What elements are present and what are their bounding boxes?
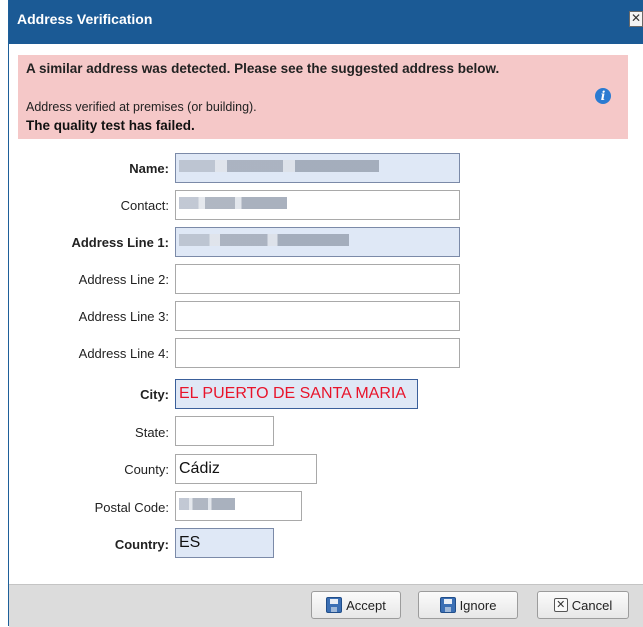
address-line-1-field[interactable]: [175, 227, 460, 257]
address-line-2-label: Address Line 2:: [78, 272, 169, 287]
name-label: Name:: [129, 161, 169, 176]
verification-alert: A similar address was detected. Please s…: [18, 55, 628, 139]
address-line-3-field[interactable]: [175, 301, 460, 331]
city-field[interactable]: EL PUERTO DE SANTA MARIA: [175, 379, 418, 409]
address-line-4-field[interactable]: [175, 338, 460, 368]
country-label: Country:: [114, 537, 169, 552]
redacted-contact: [179, 197, 287, 210]
save-disk-icon: [326, 597, 343, 613]
close-icon[interactable]: ✕: [629, 11, 643, 27]
state-field[interactable]: [175, 416, 274, 446]
alert-heading: A similar address was detected. Please s…: [26, 61, 500, 76]
address-line-1-label: Address Line 1:: [71, 235, 169, 250]
name-field[interactable]: [175, 153, 460, 183]
address-line-2-field[interactable]: [175, 264, 460, 294]
cancel-x-icon: ✕: [553, 598, 568, 612]
redacted-postal-code: [179, 498, 235, 511]
dialog-titlebar[interactable]: Address Verification ✕: [9, 0, 643, 44]
dialog-title: Address Verification: [17, 11, 153, 27]
address-verification-dialog: Address Verification ✕ A similar address…: [8, 0, 643, 627]
city-label: City:: [140, 387, 169, 402]
county-label: County:: [124, 462, 169, 477]
ignore-button[interactable]: Ignore: [418, 591, 518, 619]
state-label: State:: [135, 425, 169, 440]
postal-code-label: Postal Code:: [94, 500, 169, 515]
accept-button[interactable]: Accept: [311, 591, 401, 619]
address-line-4-label: Address Line 4:: [78, 346, 169, 361]
info-icon[interactable]: i: [595, 88, 611, 104]
ignore-button-label: Ignore: [459, 597, 497, 613]
accept-button-label: Accept: [346, 597, 386, 613]
county-field[interactable]: Cádiz: [175, 454, 317, 484]
postal-code-field[interactable]: [175, 491, 302, 521]
redacted-name: [179, 160, 379, 173]
dialog-footer: Accept Ignore ✕ Cancel: [9, 584, 643, 627]
contact-label: Contact:: [120, 198, 169, 213]
alert-failed-message: The quality test has failed.: [26, 118, 195, 133]
alert-detail: Address verified at premises (or buildin…: [26, 100, 257, 114]
save-disk-icon: [439, 597, 456, 613]
contact-field[interactable]: [175, 190, 460, 220]
cancel-button[interactable]: ✕ Cancel: [537, 591, 629, 619]
address-line-3-label: Address Line 3:: [78, 309, 169, 324]
redacted-address-line-1: [179, 234, 349, 247]
country-field[interactable]: ES: [175, 528, 274, 558]
cancel-button-label: Cancel: [571, 597, 613, 613]
